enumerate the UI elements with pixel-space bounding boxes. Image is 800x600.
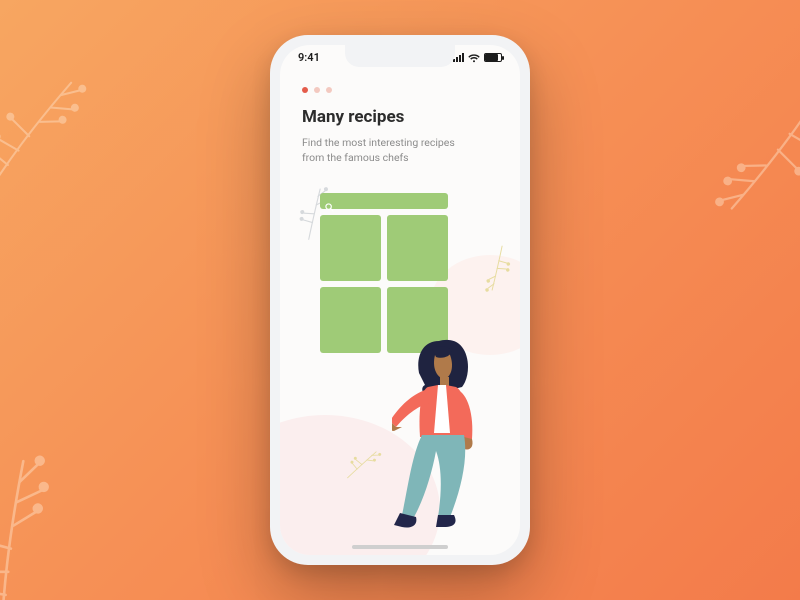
wifi-icon xyxy=(468,53,480,62)
page-dot-1[interactable] xyxy=(302,87,308,93)
phone-notch xyxy=(345,45,455,67)
page-dot-3[interactable] xyxy=(326,87,332,93)
bg-branch-decoration xyxy=(0,47,144,242)
illustration-person xyxy=(392,327,512,537)
illustration-recipe-tile xyxy=(387,215,448,281)
illustration-search-bar xyxy=(320,193,448,209)
mockup-background: 9:41 Many recipes Find the most interest… xyxy=(0,0,800,600)
page-dot-2[interactable] xyxy=(314,87,320,93)
illustration-recipe-tile xyxy=(320,215,381,281)
onboarding-illustration xyxy=(280,195,520,555)
onboarding-title: Many recipes xyxy=(302,107,498,127)
bg-branch-decoration xyxy=(0,406,176,600)
phone-screen: 9:41 Many recipes Find the most interest… xyxy=(280,45,520,555)
illustration-recipe-tile xyxy=(320,287,381,353)
status-time: 9:41 xyxy=(298,51,320,64)
bg-branch-decoration xyxy=(652,33,800,248)
onboarding-subtitle: Find the most interesting recipes from t… xyxy=(302,135,472,165)
battery-icon xyxy=(484,53,502,62)
page-indicator[interactable] xyxy=(302,87,498,93)
search-icon xyxy=(325,197,334,206)
home-indicator[interactable] xyxy=(352,545,448,549)
phone-frame: 9:41 Many recipes Find the most interest… xyxy=(270,35,530,565)
